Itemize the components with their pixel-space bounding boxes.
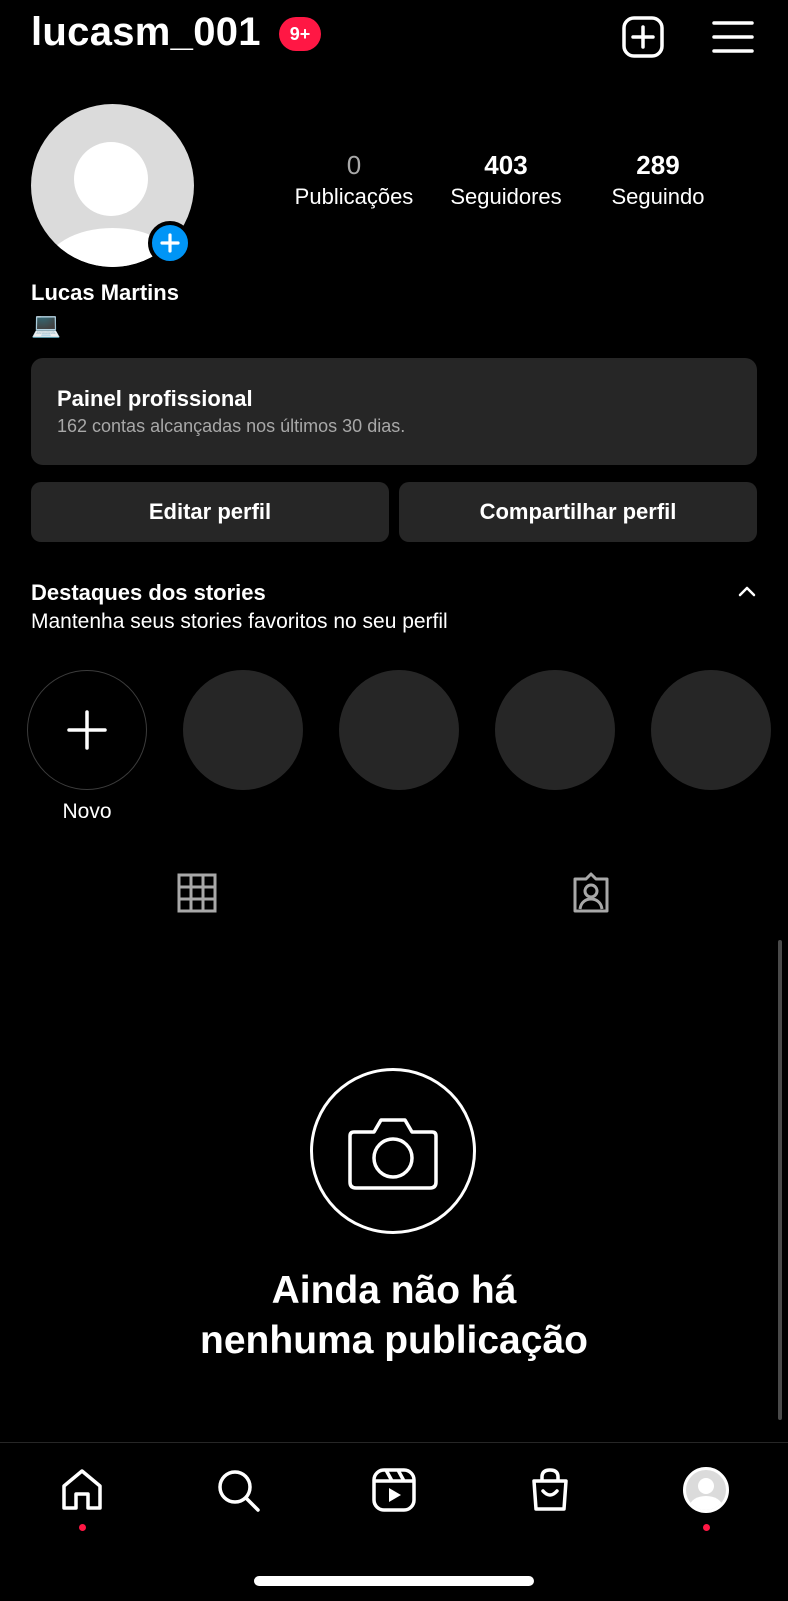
reels-icon[interactable] xyxy=(364,1460,424,1520)
stat-followers[interactable]: 403 Seguidores xyxy=(436,148,576,212)
stat-label: Seguindo xyxy=(611,184,705,209)
shop-bag-icon[interactable] xyxy=(520,1460,580,1520)
profile-avatar-icon[interactable] xyxy=(676,1460,736,1520)
profile-full-name: Lucas Martins xyxy=(31,280,179,305)
highlights-subtitle: Mantenha seus stories favoritos no seu p… xyxy=(31,610,448,633)
stat-label: Seguidores xyxy=(450,184,562,209)
stat-value: 289 xyxy=(636,150,680,180)
professional-dashboard-card[interactable]: Painel profissional 162 contas alcançada… xyxy=(31,358,757,465)
profile-notification-dot xyxy=(703,1524,710,1531)
panel-subtitle: 162 contas alcançadas nos últimos 30 dia… xyxy=(57,416,406,436)
highlight-placeholder xyxy=(339,670,459,790)
plus-icon xyxy=(67,710,107,750)
new-highlight-label: Novo xyxy=(62,800,112,823)
stat-label: Publicações xyxy=(294,184,414,209)
plus-icon xyxy=(160,233,180,253)
add-story-button[interactable] xyxy=(148,221,192,265)
stat-posts[interactable]: 0 Publicações xyxy=(284,148,424,212)
highlight-placeholder xyxy=(495,670,615,790)
stat-value: 403 xyxy=(484,150,528,180)
search-icon[interactable] xyxy=(208,1460,268,1520)
bio-laptop-emoji: 💻 xyxy=(31,312,61,339)
profile-username[interactable]: lucasm_001 xyxy=(31,10,261,55)
camera-icon xyxy=(310,1068,476,1234)
chevron-up-icon[interactable] xyxy=(738,584,756,602)
share-profile-button[interactable]: Compartilhar perfil xyxy=(399,482,757,542)
stat-value: 0 xyxy=(346,150,362,180)
home-indicator[interactable] xyxy=(254,1576,534,1586)
plus-square-icon[interactable] xyxy=(620,14,666,60)
new-highlight-button[interactable] xyxy=(27,670,147,790)
highlights-title: Destaques dos stories xyxy=(31,580,266,605)
grid-icon[interactable] xyxy=(172,868,222,918)
edit-profile-button[interactable]: Editar perfil xyxy=(31,482,389,542)
home-icon[interactable] xyxy=(52,1460,112,1520)
notification-badge[interactable]: 9+ xyxy=(279,17,321,51)
hamburger-menu-icon[interactable] xyxy=(710,14,756,60)
stat-following[interactable]: 289 Seguindo xyxy=(588,148,728,212)
empty-state-message: Ainda não há nenhuma publicação xyxy=(0,1266,788,1366)
panel-title: Painel profissional xyxy=(57,386,253,411)
highlight-placeholder xyxy=(651,670,771,790)
highlight-placeholder xyxy=(183,670,303,790)
tagged-person-icon[interactable] xyxy=(566,868,616,918)
empty-state-line-2: nenhuma publicação xyxy=(200,1319,588,1362)
scrollbar[interactable] xyxy=(778,940,782,1420)
empty-state-line-1: Ainda não há xyxy=(271,1269,517,1312)
home-notification-dot xyxy=(79,1524,86,1531)
